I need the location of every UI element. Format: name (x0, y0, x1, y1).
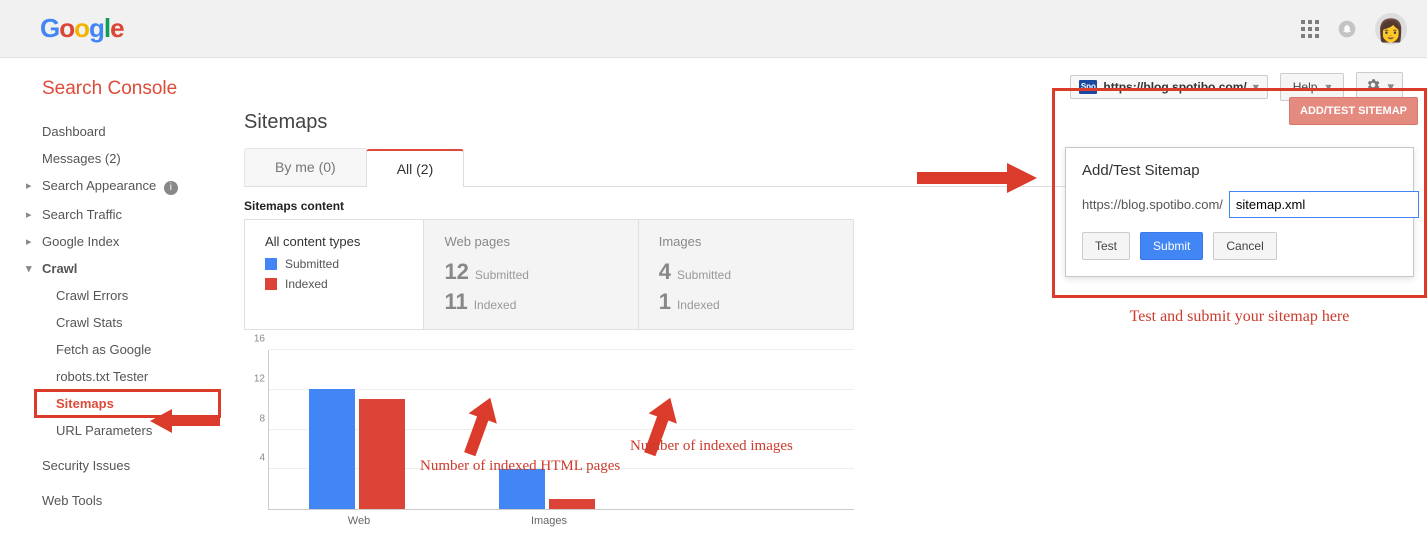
swatch-indexed (265, 278, 277, 290)
bar-web-indexed (359, 399, 405, 509)
annotation-arrow-icon (917, 158, 1037, 198)
sidebar-item-robots-tester[interactable]: robots.txt Tester (0, 363, 220, 390)
apps-icon[interactable] (1301, 20, 1319, 38)
google-logo: Google (40, 13, 124, 44)
add-test-popover: Add/Test Sitemap https://blog.spotibo.co… (1065, 147, 1414, 277)
info-icon: i (164, 181, 178, 195)
cancel-button[interactable]: Cancel (1213, 232, 1276, 260)
sitemap-chart: 4 8 12 16 Web Images (244, 350, 854, 510)
bar-web-submitted (309, 389, 355, 509)
web-submitted-count: 12 (444, 259, 468, 285)
sidebar: Search Console Dashboard Messages (2) Se… (0, 58, 220, 547)
sidebar-item-crawl-errors[interactable]: Crawl Errors (0, 282, 220, 309)
sidebar-item-dashboard[interactable]: Dashboard (0, 118, 220, 145)
sidebar-item-crawl-stats[interactable]: Crawl Stats (0, 309, 220, 336)
sidebar-item-google-index[interactable]: Google Index (0, 228, 220, 255)
add-test-area: ADD/TEST SITEMAP Add/Test Sitemap https:… (1052, 88, 1427, 326)
x-label-images: Images (531, 515, 567, 527)
sidebar-item-messages[interactable]: Messages (2) (0, 145, 220, 172)
popover-url-prefix: https://blog.spotibo.com/ (1082, 197, 1223, 212)
app-title: Search Console (0, 78, 220, 118)
legend-submitted: Submitted (265, 257, 403, 271)
google-topbar: Google 👩 (0, 0, 1427, 58)
sitemap-path-input[interactable] (1229, 191, 1419, 218)
sidebar-item-search-traffic[interactable]: Search Traffic (0, 201, 220, 228)
stat-title: Web pages (444, 234, 617, 249)
y-tick: 4 (245, 453, 265, 464)
y-tick: 16 (245, 334, 265, 345)
img-indexed-count: 1 (659, 289, 671, 315)
stat-card-images[interactable]: Images 4Submitted 1Indexed (639, 220, 853, 329)
swatch-submitted (265, 258, 277, 270)
sidebar-item-fetch-as-google[interactable]: Fetch as Google (0, 336, 220, 363)
sidebar-item-search-appearance[interactable]: Search Appearance i (0, 172, 220, 201)
test-button[interactable]: Test (1082, 232, 1130, 260)
sidebar-item-crawl[interactable]: Crawl (0, 255, 220, 282)
user-avatar[interactable]: 👩 (1375, 13, 1407, 45)
annotation-text-images: Number of indexed images (630, 438, 793, 455)
add-test-sitemap-button[interactable]: ADD/TEST SITEMAP (1289, 97, 1418, 125)
legend-title: All content types (265, 234, 403, 249)
tab-by-me[interactable]: By me (0) (244, 148, 367, 186)
legend-card: All content types Submitted Indexed (245, 220, 424, 329)
x-label-web: Web (348, 515, 370, 527)
content-type-cards: All content types Submitted Indexed Web … (244, 219, 854, 330)
annotation-text-html: Number of indexed HTML pages (420, 458, 620, 475)
stat-card-web[interactable]: Web pages 12Submitted 11Indexed (424, 220, 638, 329)
submit-button[interactable]: Submit (1140, 232, 1203, 260)
img-submitted-count: 4 (659, 259, 671, 285)
annotation-box: ADD/TEST SITEMAP Add/Test Sitemap https:… (1052, 88, 1427, 298)
bar-img-submitted (499, 469, 545, 509)
annotation-caption-right: Test and submit your sitemap here (1052, 308, 1427, 326)
notifications-icon[interactable] (1337, 19, 1357, 39)
annotation-arrow-icon (150, 406, 220, 436)
tab-all[interactable]: All (2) (366, 149, 465, 187)
stat-title: Images (659, 234, 833, 249)
sidebar-item-security-issues[interactable]: Security Issues (0, 452, 220, 479)
sidebar-item-web-tools[interactable]: Web Tools (0, 487, 220, 514)
web-indexed-count: 11 (444, 289, 467, 315)
bar-img-indexed (549, 499, 595, 509)
popover-title: Add/Test Sitemap (1082, 162, 1397, 179)
legend-indexed: Indexed (265, 277, 403, 291)
main-content: Spo https://blog.spotibo.com/ ▾ Help▾ ▾ … (220, 58, 1427, 547)
annotation-arrow-icon (460, 396, 500, 456)
y-tick: 8 (245, 413, 265, 424)
y-tick: 12 (245, 373, 265, 384)
